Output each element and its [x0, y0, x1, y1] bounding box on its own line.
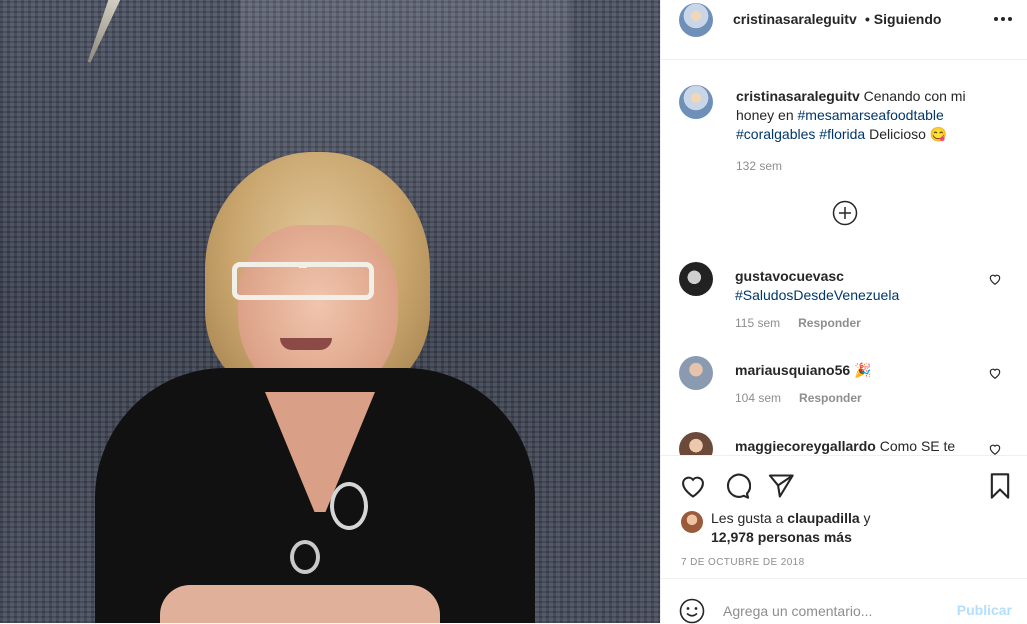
author-username[interactable]: cristinasaraleguitv [733, 11, 857, 27]
comment-username[interactable]: mariausquiano56 [735, 362, 850, 378]
comment-body: Como SE te [875, 438, 956, 454]
photo-hands [160, 585, 440, 623]
photo-glasses [232, 262, 374, 300]
post-photo[interactable] [0, 0, 660, 623]
comment-meta: 115 sem Responder [735, 316, 861, 330]
post-date[interactable]: 7 de octubre de 2018 [681, 557, 805, 568]
post-side-panel: cristinasaraleguitv • Siguiendo cristina… [660, 0, 1027, 624]
comment-text: gustavocuevasc #SaludosDesdeVenezuela [735, 267, 985, 305]
comments-list[interactable]: cristinasaraleguitv Cenando con mi honey… [661, 60, 1027, 455]
smiley-icon[interactable] [679, 598, 705, 624]
caption-text: cristinasaraleguitv Cenando con mi honey… [736, 87, 996, 144]
comment-time[interactable]: 104 sem [735, 391, 781, 405]
author-avatar[interactable] [679, 3, 713, 37]
heart-icon[interactable] [679, 472, 707, 500]
comment-username[interactable]: maggiecoreygallardo [735, 438, 876, 454]
plus-circle-icon[interactable] [832, 200, 858, 226]
hashtag-link[interactable]: #coralgables [736, 126, 815, 142]
likes-count[interactable]: 12,978 personas más [711, 529, 852, 545]
caption-username[interactable]: cristinasaraleguitv [736, 88, 860, 104]
hashtag-link[interactable]: #SaludosDesdeVenezuela [735, 287, 899, 303]
paper-plane-icon[interactable] [767, 472, 795, 500]
caption-body-end: Delicioso 😋 [865, 126, 948, 142]
photo-necklace-pendant [330, 482, 368, 530]
photo-decor-spike [75, 0, 131, 68]
comment-meta: 104 sem Responder [735, 391, 862, 405]
heart-icon[interactable] [988, 366, 1002, 380]
more-horizontal-icon[interactable] [992, 12, 1014, 26]
likes-summary: Les gusta a claupadilla y 12,978 persona… [681, 509, 981, 547]
comment-avatar[interactable] [679, 432, 713, 455]
publish-button[interactable]: Publicar [957, 602, 1012, 618]
post-header: cristinasaraleguitv • Siguiendo [661, 0, 1027, 60]
likes-connector: y [859, 510, 871, 526]
reply-button[interactable]: Responder [799, 391, 862, 405]
comment-avatar[interactable] [679, 356, 713, 390]
comment-composer: Publicar [661, 578, 1027, 624]
liker-avatar[interactable] [681, 511, 703, 533]
post-actions: Les gusta a claupadilla y 12,978 persona… [661, 455, 1027, 575]
hashtag-link[interactable]: #mesamarseafoodtable [798, 107, 944, 123]
caption-time[interactable]: 132 sem [736, 159, 782, 173]
likes-prefix: Les gusta a [711, 510, 788, 526]
liker-username[interactable]: claupadilla [787, 510, 859, 526]
bookmark-icon[interactable] [986, 472, 1014, 500]
comment-time[interactable]: 115 sem [735, 316, 780, 330]
photo-necklace-pendant-lower [290, 540, 320, 574]
caption-author-avatar[interactable] [679, 85, 713, 119]
comment-text: mariausquiano56 🎉 [735, 361, 985, 380]
comment-text: maggiecoreygallardo Como SE te [735, 437, 985, 455]
heart-icon[interactable] [988, 442, 1002, 455]
comment-body: 🎉 [850, 362, 872, 378]
reply-button[interactable]: Responder [798, 316, 861, 330]
comment-avatar[interactable] [679, 262, 713, 296]
comment-username[interactable]: gustavocuevasc [735, 268, 844, 284]
hashtag-link[interactable]: #florida [819, 126, 865, 142]
comment-bubble-icon[interactable] [723, 472, 751, 500]
comment-input[interactable] [723, 600, 923, 622]
photo-smile [280, 338, 332, 350]
follow-status[interactable]: • Siguiendo [865, 11, 941, 27]
heart-icon[interactable] [988, 272, 1002, 286]
